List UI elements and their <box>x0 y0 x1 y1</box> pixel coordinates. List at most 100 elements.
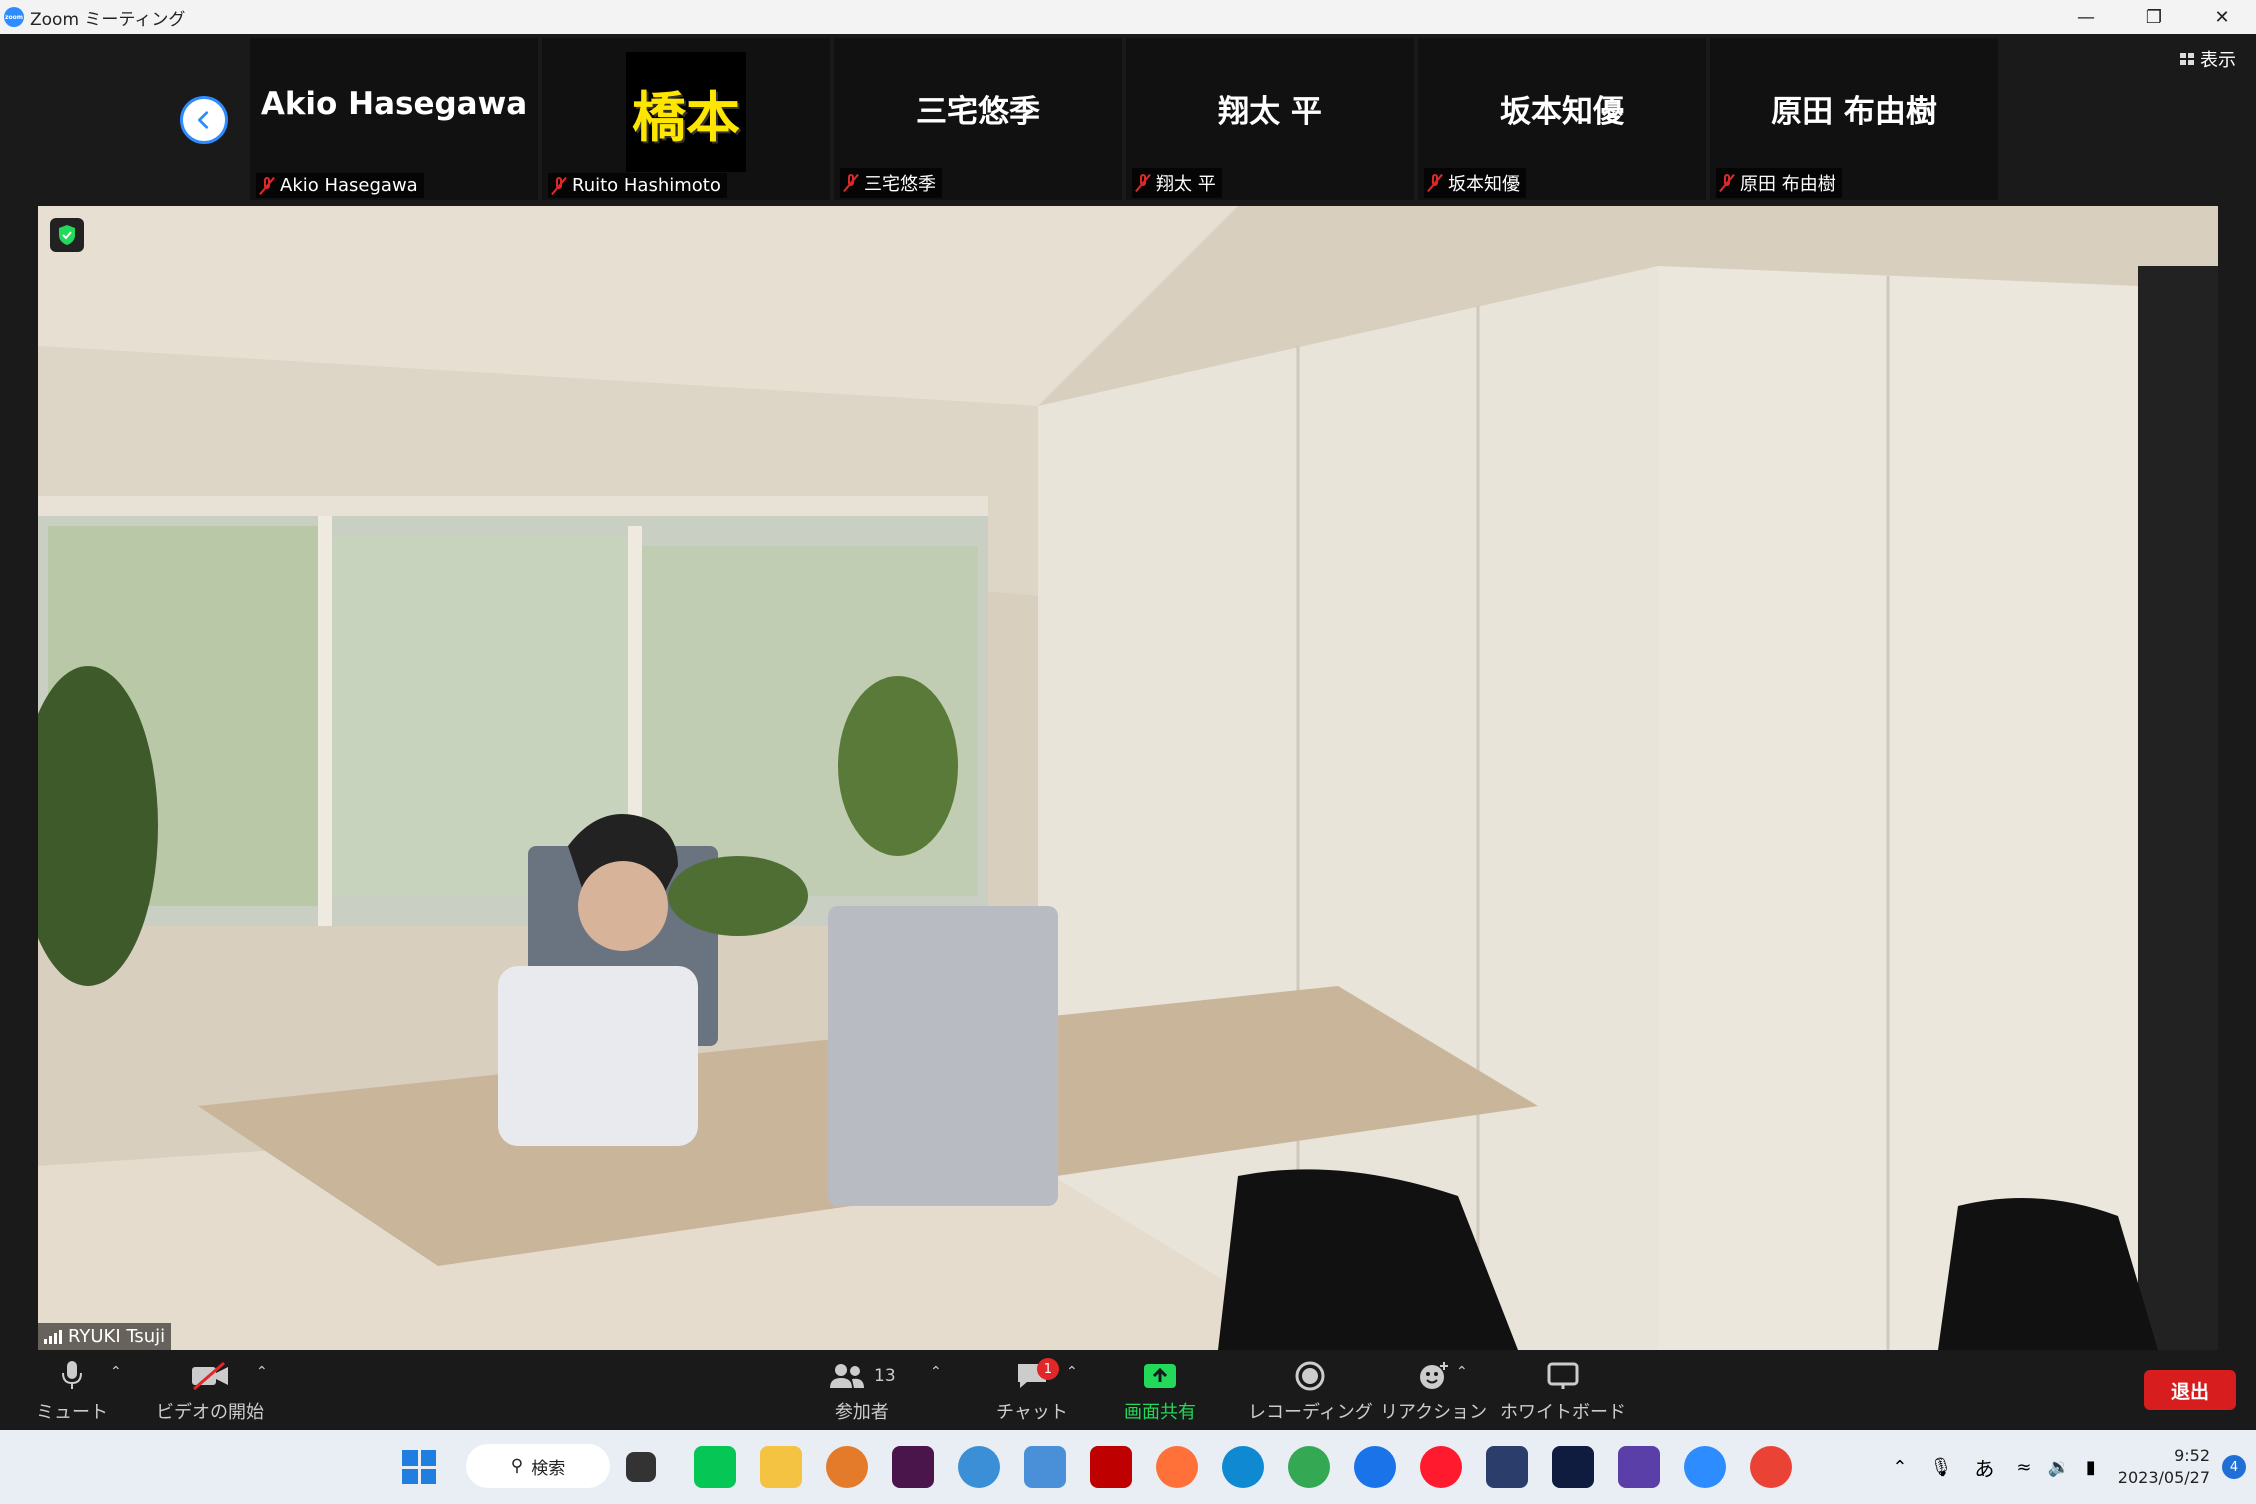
shield-check-icon <box>59 225 75 245</box>
task-view-icon[interactable] <box>626 1452 656 1482</box>
speaker-name: RYUKI Tsuji <box>68 1326 166 1347</box>
recording-label: レコーディング <box>1248 1402 1373 1423</box>
ime-indicator[interactable]: あ <box>1974 1453 1994 1482</box>
start-video-label: ビデオの開始 <box>156 1402 264 1423</box>
search-label: 検索 <box>531 1458 566 1479</box>
mute-label: ミュート <box>36 1402 108 1423</box>
mic-muted-icon <box>844 174 858 192</box>
participant-display-name: 原田 布由樹 <box>1771 94 1937 130</box>
participant-tile[interactable]: 翔太 平 翔太 平 <box>1126 38 1414 200</box>
view-button[interactable]: 表示 <box>2180 46 2236 72</box>
encryption-shield-icon[interactable] <box>50 218 84 252</box>
video-options-caret[interactable]: ⌃ <box>256 1364 268 1380</box>
record-icon <box>1294 1356 1326 1396</box>
participant-tile[interactable]: 橋本 Ruito Hashimoto <box>542 38 830 200</box>
chat-icon: 1 <box>1015 1356 1059 1396</box>
signal-strength-icon <box>44 1329 62 1344</box>
search-icon: ⚲ <box>510 1456 524 1476</box>
volume-icon[interactable]: 🔉 <box>2047 1457 2069 1478</box>
participant-name-tag: Ruito Hashimoto <box>548 173 727 198</box>
chat-options-caret[interactable]: ⌃ <box>1066 1364 1078 1380</box>
battery-icon[interactable]: ▮ <box>2086 1457 2096 1478</box>
firefox-icon[interactable] <box>1156 1446 1198 1488</box>
zoom-icon: zoom <box>4 7 24 27</box>
chat-button[interactable]: 1 チャット <box>996 1356 1068 1424</box>
participant-name-tag: 原田 布由樹 <box>1716 168 1842 198</box>
share-screen-label: 画面共有 <box>1124 1402 1196 1423</box>
notification-badge[interactable]: 4 <box>2222 1455 2246 1479</box>
wifi-icon[interactable]: ≈ <box>2016 1457 2031 1478</box>
windows-taskbar: ⚲ 検索 ⌃ 🎙 あ ≈ 🔉 ▮ 9:52 2023/05/27 4 <box>0 1430 2256 1504</box>
restore-button[interactable]: ❐ <box>2120 0 2188 34</box>
participant-profile-picture: 橋本 <box>626 52 746 172</box>
close-button[interactable]: ✕ <box>2188 0 2256 34</box>
windows-start-icon[interactable] <box>402 1450 436 1484</box>
participant-tile[interactable]: 原田 布由樹 原田 布由樹 <box>1710 38 1998 200</box>
participant-name: 翔太 平 <box>1156 174 1216 195</box>
previous-page-button[interactable] <box>180 96 228 144</box>
filezilla-icon[interactable] <box>1090 1446 1132 1488</box>
mic-muted-icon <box>260 176 274 195</box>
system-tray: ⌃ 🎙 あ ≈ 🔉 ▮ 9:52 2023/05/27 4 <box>1892 1430 2256 1504</box>
chevron-up-icon[interactable]: ⌃ <box>1892 1457 1907 1478</box>
participant-display-name: Akio Hasegawa <box>260 86 528 122</box>
paint-icon[interactable] <box>958 1446 1000 1488</box>
reactions-button[interactable]: リアクション <box>1380 1356 1487 1424</box>
chrome-icon[interactable] <box>1288 1446 1330 1488</box>
clock-time: 9:52 <box>2174 1446 2210 1465</box>
profile-picture-text: 橋本 <box>632 85 740 149</box>
photos-icon[interactable] <box>826 1446 868 1488</box>
participant-tile[interactable]: 坂本知優 坂本知優 <box>1418 38 1706 200</box>
main-speaker-video[interactable]: RYUKI Tsuji <box>38 206 2218 1350</box>
participant-name-tag: 三宅悠季 <box>840 168 942 198</box>
participants-options-caret[interactable]: ⌃ <box>930 1364 942 1380</box>
meeting-toolbar: ミュート ⌃ ビデオの開始 ⌃ 13 参加者 ⌃ 1 チャット ⌃ 画面共有 レ… <box>0 1356 2256 1430</box>
participant-strip: Akio Hasegawa Akio Hasegawa 橋本 Ruito Has… <box>250 38 1998 200</box>
slack-icon[interactable] <box>892 1446 934 1488</box>
chat-label: チャット <box>996 1402 1068 1423</box>
zoom-icon[interactable] <box>1684 1446 1726 1488</box>
audio-options-caret[interactable]: ⌃ <box>110 1364 122 1380</box>
whiteboard-label: ホワイトボード <box>1500 1402 1626 1423</box>
reactions-label: リアクション <box>1380 1402 1488 1423</box>
file-explorer-icon[interactable] <box>760 1446 802 1488</box>
microphone-icon[interactable]: 🎙 <box>1930 1457 1953 1478</box>
participants-button[interactable]: 13 参加者 <box>828 1356 896 1424</box>
participant-name: Akio Hasegawa <box>280 175 418 196</box>
app-icon-2[interactable] <box>1552 1446 1594 1488</box>
chrome-profile-icon[interactable] <box>1750 1446 1792 1488</box>
taskbar-search[interactable]: ⚲ 検索 <box>466 1444 610 1488</box>
whiteboard-icon <box>1546 1356 1580 1396</box>
participant-tile[interactable]: 三宅悠季 三宅悠季 <box>834 38 1122 200</box>
notepad-icon[interactable] <box>1024 1446 1066 1488</box>
leave-button[interactable]: 退出 <box>2144 1370 2236 1410</box>
opera-icon[interactable] <box>1420 1446 1462 1488</box>
participant-name: 坂本知優 <box>1448 174 1520 195</box>
participant-tile[interactable]: Akio Hasegawa Akio Hasegawa <box>250 38 538 200</box>
line-icon[interactable] <box>694 1446 736 1488</box>
minimize-button[interactable]: — <box>2052 0 2120 34</box>
recording-button[interactable]: レコーディング <box>1248 1356 1373 1424</box>
chevron-left-icon <box>198 111 209 129</box>
app-icon[interactable] <box>1486 1446 1528 1488</box>
share-screen-icon <box>1142 1356 1178 1396</box>
participant-display-name: 三宅悠季 <box>916 94 1040 130</box>
start-video-button[interactable]: ビデオの開始 <box>156 1356 264 1424</box>
chat-unread-badge: 1 <box>1036 1358 1059 1380</box>
participant-name: 原田 布由樹 <box>1740 174 1836 195</box>
mute-button[interactable]: ミュート <box>36 1356 108 1424</box>
window-titlebar: zoom Zoom ミーティング — ❐ ✕ <box>0 0 2256 34</box>
3d-app-icon[interactable] <box>1618 1446 1660 1488</box>
participant-name-tag: Akio Hasegawa <box>256 173 424 198</box>
reactions-options-caret[interactable]: ⌃ <box>1456 1364 1468 1380</box>
edge-icon[interactable] <box>1222 1446 1264 1488</box>
participants-count: 13 <box>874 1366 896 1386</box>
share-screen-button[interactable]: 画面共有 <box>1124 1356 1196 1424</box>
view-button-label: 表示 <box>2200 50 2236 71</box>
taskbar-clock[interactable]: 9:52 2023/05/27 <box>2118 1445 2210 1489</box>
participant-display-name: 坂本知優 <box>1500 94 1624 130</box>
thunderbird-icon[interactable] <box>1354 1446 1396 1488</box>
mic-muted-icon <box>552 176 566 195</box>
whiteboard-button[interactable]: ホワイトボード <box>1500 1356 1626 1424</box>
participant-name-tag: 坂本知優 <box>1424 168 1526 198</box>
